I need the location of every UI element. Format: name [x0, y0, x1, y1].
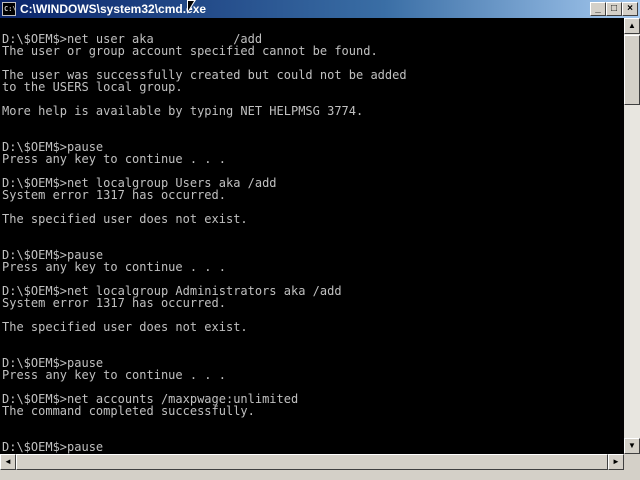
horizontal-scrollbar[interactable]: ◄ ►	[0, 454, 624, 470]
vertical-scroll-thumb[interactable]	[624, 35, 640, 105]
scroll-right-button[interactable]: ►	[608, 454, 624, 470]
horizontal-scroll-thumb[interactable]	[16, 454, 608, 470]
close-button[interactable]: ×	[622, 2, 638, 16]
console-output: D:\$OEM$>net user aka /add The user or g…	[2, 32, 407, 454]
window-bottom-border	[0, 470, 640, 480]
minimize-button[interactable]: _	[590, 2, 606, 16]
scroll-down-button[interactable]: ▼	[624, 438, 640, 454]
cmd-icon[interactable]: C:\	[2, 2, 16, 16]
maximize-button[interactable]: □	[606, 2, 622, 16]
title-bar[interactable]: C:\ C:\WINDOWS\system32\cmd.exe _ □ ×	[0, 0, 640, 18]
window-title: C:\WINDOWS\system32\cmd.exe	[20, 2, 207, 16]
vertical-scrollbar[interactable]: ▲ ▼	[624, 18, 640, 454]
scroll-up-button[interactable]: ▲	[624, 18, 640, 34]
scrollbar-corner	[624, 454, 640, 470]
console-area[interactable]: D:\$OEM$>net user aka /add The user or g…	[0, 18, 624, 454]
mouse-cursor-icon	[187, 0, 196, 14]
scroll-left-button[interactable]: ◄	[0, 454, 16, 470]
